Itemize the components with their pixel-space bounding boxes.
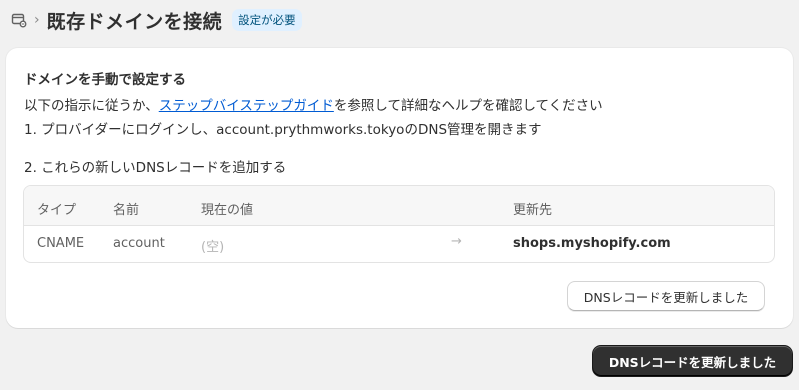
instructions-suffix: を参照して詳細なヘルプを確認してください (333, 98, 603, 114)
record-type: CNAME (37, 236, 85, 251)
arrow-right-icon: → (451, 234, 462, 249)
step-2-text: 2. これらの新しいDNSレコードを追加する (24, 160, 287, 176)
manual-setup-card: ドメインを手動で設定する 以下の指示に従うか、ステップバイステップガイドを参照し… (6, 48, 793, 328)
dns-updated-primary-button[interactable]: DNSレコードを更新しました (593, 346, 792, 376)
page-title: 既存ドメインを接続 (46, 10, 223, 33)
column-header-name: 名前 (113, 203, 140, 218)
column-header-target: 更新先 (513, 203, 553, 218)
domain-icon[interactable] (10, 11, 28, 29)
page-header: › 既存ドメインを接続 設定が必要 (10, 6, 302, 34)
breadcrumb-separator: › (34, 12, 40, 28)
record-current-value: (空) (201, 240, 225, 255)
dns-updated-button[interactable]: DNSレコードを更新しました (567, 281, 765, 311)
instructions-prefix: 以下の指示に従うか、 (24, 98, 159, 114)
step-1-text: 1. プロバイダーにログインし、account.prythmworks.toky… (24, 122, 542, 138)
record-name: account (113, 236, 165, 251)
table-row: CNAME account (空) → shops.myshopify.com (24, 226, 774, 262)
column-header-current: 現在の値 (201, 203, 254, 218)
table-header: タイプ 名前 現在の値 更新先 (24, 186, 774, 226)
instructions-text: 以下の指示に従うか、ステップバイステップガイドを参照して詳細なヘルプを確認してく… (24, 94, 603, 114)
card-heading: ドメインを手動で設定する (24, 72, 186, 88)
dns-records-table: タイプ 名前 現在の値 更新先 CNAME account (空) → shop… (23, 185, 775, 263)
record-target-value: shops.myshopify.com (513, 236, 671, 251)
step-by-step-guide-link[interactable]: ステップバイステップガイド (159, 98, 334, 114)
status-badge: 設定が必要 (232, 9, 302, 31)
column-header-type: タイプ (37, 203, 77, 218)
